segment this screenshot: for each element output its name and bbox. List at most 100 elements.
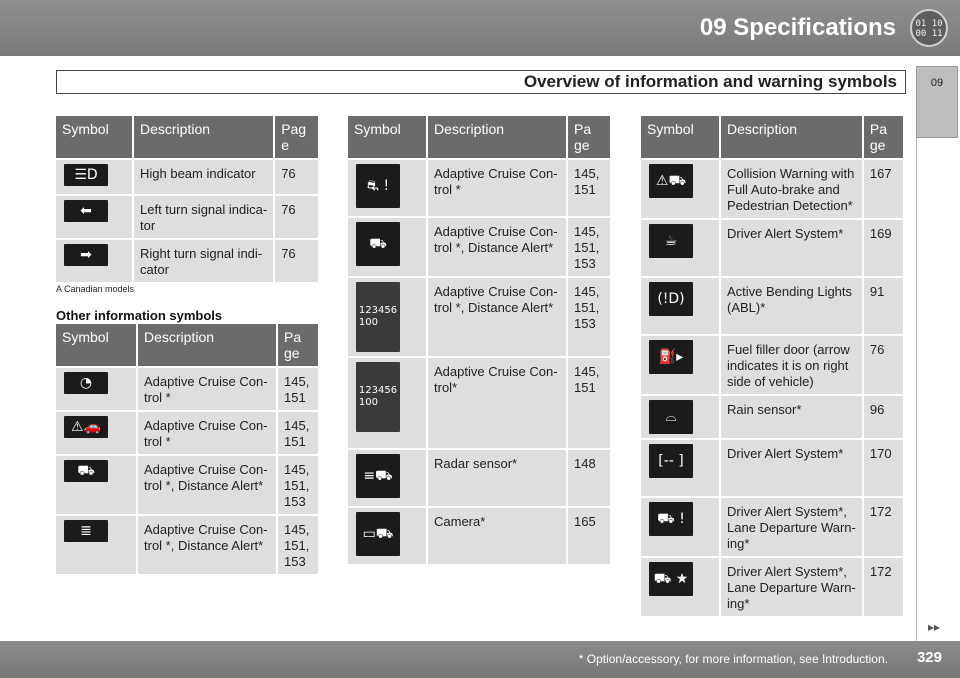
symbol-cell: ⛽▸ xyxy=(641,334,721,394)
description-cell: Driver Alert System* xyxy=(721,438,864,496)
symbol-table-3: Symbol Description Pa ge ⛐ ! Adaptive Cru… xyxy=(348,116,610,564)
symbol-cell: ▭⛟ xyxy=(348,506,428,564)
page-cell: 145, 151 xyxy=(278,366,318,410)
description-cell: Adaptive Cruise Con- trol * xyxy=(138,366,278,410)
coffee-cup-icon: ☕ xyxy=(649,224,693,258)
symbol-cell: ☕ xyxy=(641,218,721,276)
symbol-cell: ☰D xyxy=(56,158,134,194)
symbol-cell: ⛟ ★ xyxy=(641,556,721,616)
page-cell: 76 xyxy=(275,238,318,282)
table-row: (!D) Active Bending Lights (ABL)* 91 xyxy=(641,276,903,334)
description-cell: Adaptive Cruise Con- trol* xyxy=(428,356,568,448)
table-row: ⌓ Rain sensor* 96 xyxy=(641,394,903,438)
lane-departure-icon: ⛟ ! xyxy=(649,502,693,536)
symbol-cell: [-- ] xyxy=(641,438,721,496)
driver-alert-bar-icon: [-- ] xyxy=(649,444,693,478)
high-beam-icon: ☰D xyxy=(64,164,108,186)
table-row: ⛟ ! Driver Alert System*, Lane Departure … xyxy=(641,496,903,556)
chapter-badge-text: 01 10 00 11 xyxy=(915,19,943,39)
col-description: Description xyxy=(428,116,568,158)
symbol-cell: ⛟ xyxy=(348,216,428,276)
col-page: Pa ge xyxy=(863,116,903,158)
chapter-badge-icon: 01 10 00 11 xyxy=(910,9,948,47)
side-tab-label: 09 xyxy=(930,77,944,89)
page-cell: 76 xyxy=(275,194,318,238)
symbol-cell: 123456 100 xyxy=(348,356,428,448)
footer-note: * Option/accessory, for more information… xyxy=(578,652,888,666)
page-cell: 145, 151, 153 xyxy=(568,216,610,276)
cruise-gauge-icon: ◔ xyxy=(64,372,108,394)
cruise-warning-icon: ⛐ ! xyxy=(356,164,400,208)
page-cell: 145, 151 xyxy=(568,158,610,216)
description-cell: Adaptive Cruise Con- trol * xyxy=(138,410,278,454)
table-row: ⛟ Adaptive Cruise Con- trol *, Distance A… xyxy=(348,216,610,276)
section-header: Overview of information and warning symb… xyxy=(56,70,906,94)
symbol-table-1: Symbol Description Pag e ☰D High beam ind… xyxy=(56,116,318,282)
page-cell: 172 xyxy=(863,496,903,556)
col-description: Description xyxy=(134,116,276,158)
cruise-lane-icon: ⛟ xyxy=(64,460,108,482)
description-cell: Adaptive Cruise Con- trol *, Distance Al… xyxy=(428,276,568,356)
symbol-cell: (!D) xyxy=(641,276,721,334)
table-row: ☕ Driver Alert System* 169 xyxy=(641,218,903,276)
description-cell: Right turn signal indi- cator xyxy=(134,238,276,282)
description-cell: Driver Alert System*, Lane Departure War… xyxy=(721,556,864,616)
col-page: Pag e xyxy=(275,116,318,158)
col-description: Description xyxy=(138,324,278,366)
chapter-side-tab[interactable]: 09 xyxy=(916,66,958,138)
page-cell: 165 xyxy=(568,506,610,564)
fuel-filler-icon: ⛽▸ xyxy=(649,340,693,374)
cruise-car-icon: ⚠🚗 xyxy=(64,416,108,438)
symbol-cell: ⚠🚗 xyxy=(56,410,138,454)
description-cell: High beam indicator xyxy=(134,158,276,194)
bending-lights-icon: (!D) xyxy=(649,282,693,316)
cruise-road-icon: ⛟ xyxy=(356,222,400,266)
table-row: [-- ] Driver Alert System* 170 xyxy=(641,438,903,496)
page-cell: 145, 151 xyxy=(568,356,610,448)
page-cell: 76 xyxy=(863,334,903,394)
symbol-cell: ≣ xyxy=(56,514,138,574)
page-cell: 167 xyxy=(863,158,903,218)
symbol-cell: ⌓ xyxy=(641,394,721,438)
page-cell: 76 xyxy=(275,158,318,194)
table-row: ⚠🚗 Adaptive Cruise Con- trol * 145, 151 xyxy=(56,410,318,454)
right-turn-icon: ➡ xyxy=(64,244,108,266)
symbol-cell: ⬅ xyxy=(56,194,134,238)
description-cell: Active Bending Lights (ABL)* xyxy=(721,276,864,334)
description-cell: Adaptive Cruise Con- trol *, Distance Al… xyxy=(138,454,278,514)
symbol-cell: ≡⛟ xyxy=(348,448,428,506)
page-cell: 170 xyxy=(863,438,903,496)
side-strip xyxy=(916,138,958,643)
page-cell: 91 xyxy=(863,276,903,334)
lane-departure-star-icon: ⛟ ★ xyxy=(649,562,693,596)
description-cell: Collision Warning with Full Auto-brake a… xyxy=(721,158,864,218)
page-cell: 145, 151, 153 xyxy=(278,514,318,574)
symbol-cell: 123456 100 xyxy=(348,276,428,356)
description-cell: Driver Alert System* xyxy=(721,218,864,276)
table-row: ➡ Right turn signal indi- cator 76 xyxy=(56,238,318,282)
radar-icon: ≡⛟ xyxy=(356,454,400,498)
col-symbol: Symbol xyxy=(56,116,134,158)
col-page: Pa ge xyxy=(568,116,610,158)
description-cell: Fuel filler door (arrow indicates it is … xyxy=(721,334,864,394)
description-cell: Radar sensor* xyxy=(428,448,568,506)
cruise-display-icon: 123456 100 xyxy=(356,282,400,352)
symbol-cell: ⚠⛟ xyxy=(641,158,721,218)
description-cell: Camera* xyxy=(428,506,568,564)
table-row: ≡⛟ Radar sensor* 148 xyxy=(348,448,610,506)
table-row: ⛟ Adaptive Cruise Con- trol *, Distance A… xyxy=(56,454,318,514)
page-cell: 145, 151 xyxy=(278,410,318,454)
col-description: Description xyxy=(721,116,864,158)
page-cell: 96 xyxy=(863,394,903,438)
page-number: 329 xyxy=(916,649,942,666)
table-row: ☰D High beam indicator 76 xyxy=(56,158,318,194)
table-row: ⬅ Left turn signal indica- tor 76 xyxy=(56,194,318,238)
col-symbol: Symbol xyxy=(348,116,428,158)
table-row: ▭⛟ Camera* 165 xyxy=(348,506,610,564)
table-row: ⛽▸ Fuel filler door (arrow indicates it i… xyxy=(641,334,903,394)
col-symbol: Symbol xyxy=(641,116,721,158)
description-cell: Adaptive Cruise Con- trol *, Distance Al… xyxy=(138,514,278,574)
table-row: ≣ Adaptive Cruise Con- trol *, Distance A… xyxy=(56,514,318,574)
symbol-cell: ⛟ xyxy=(56,454,138,514)
section-title: Overview of information and warning symb… xyxy=(523,72,897,91)
